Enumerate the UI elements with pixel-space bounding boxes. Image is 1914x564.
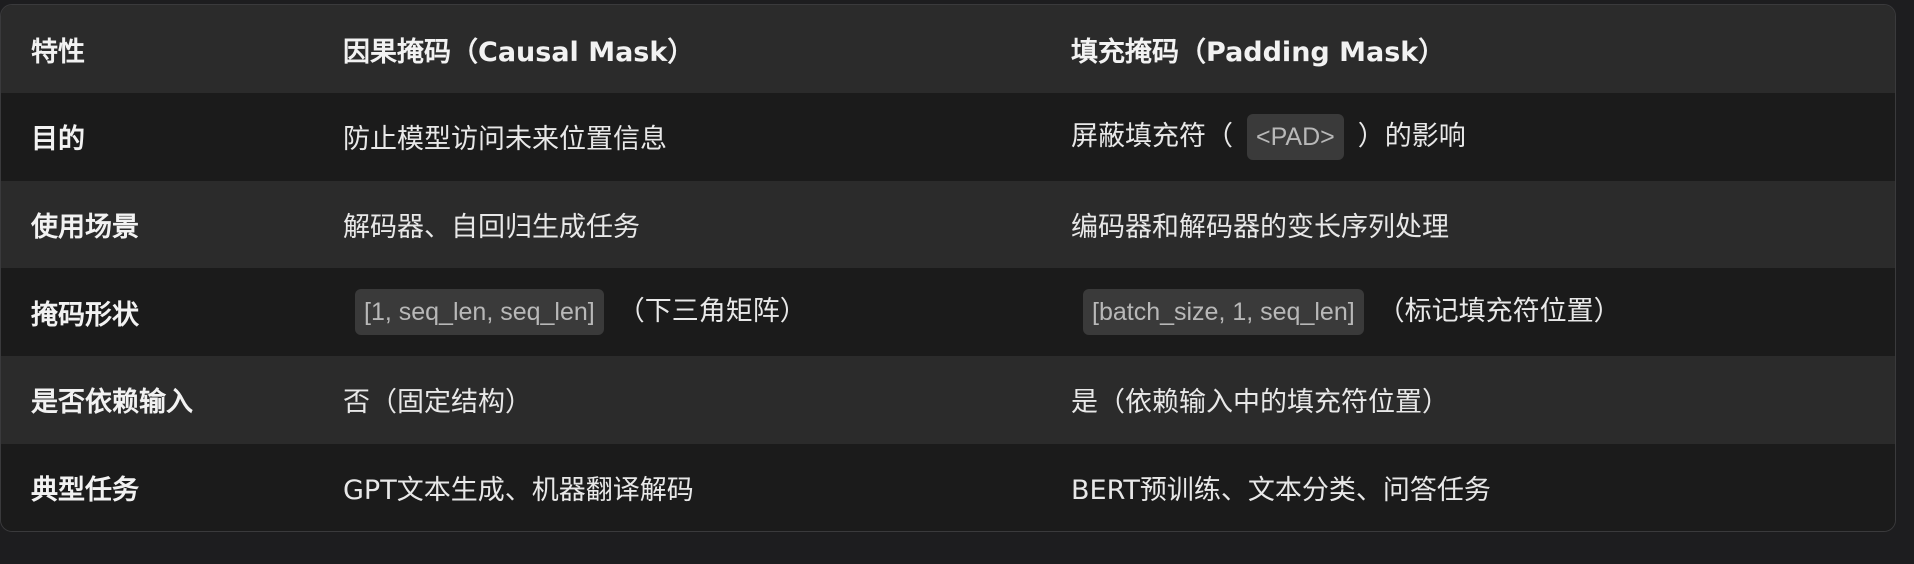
table-row-purpose: 目的 防止模型访问未来位置信息 屏蔽填充符（ <PAD> ）的影响 — [1, 93, 1895, 181]
table-row-usage: 使用场景 解码器、自回归生成任务 编码器和解码器的变长序列处理 — [1, 180, 1895, 269]
padding-cell: 是（依赖输入中的填充符位置） — [1071, 387, 1449, 419]
padding-cell: 编码器和解码器的变长序列处理 — [1071, 212, 1449, 244]
table-row-typical-tasks: 典型任务 GPT文本生成、机器翻译解码 BERT预训练、文本分类、问答任务 — [1, 443, 1895, 531]
causal-cell: GPT文本生成、机器翻译解码 — [343, 475, 694, 507]
table-row-input-dependency: 是否依赖输入 否（固定结构） 是（依赖输入中的填充符位置） — [1, 356, 1895, 444]
padding-text-after: （标记填充符位置） — [1377, 296, 1621, 328]
feature-cell: 是否依赖输入 — [31, 387, 193, 419]
causal-cell: [1, seq_len, seq_len] （下三角矩阵） — [313, 268, 1041, 356]
causal-text-after: （下三角矩阵） — [617, 296, 807, 328]
table-row-shape: 掩码形状 [1, seq_len, seq_len] （下三角矩阵） [batch… — [1, 268, 1895, 357]
header-causal-mask: 因果掩码（Causal Mask） — [343, 36, 695, 68]
causal-cell: 解码器、自回归生成任务 — [343, 212, 640, 244]
padding-cell: 屏蔽填充符（ <PAD> ）的影响 — [1041, 93, 1895, 181]
comparison-table-container: 特性 因果掩码（Causal Mask） 填充掩码（Padding Mask） … — [0, 4, 1896, 532]
feature-cell: 典型任务 — [31, 475, 139, 507]
padding-cell: BERT预训练、文本分类、问答任务 — [1071, 475, 1491, 507]
causal-cell: 否（固定结构） — [343, 387, 532, 419]
padding-text-after: ）的影响 — [1357, 120, 1466, 152]
padding-cell: [batch_size, 1, seq_len] （标记填充符位置） — [1041, 268, 1895, 356]
causal-cell: 防止模型访问未来位置信息 — [343, 124, 667, 156]
feature-cell: 目的 — [31, 124, 85, 156]
feature-cell: 掩码形状 — [31, 299, 139, 331]
inline-code-pad: <PAD> — [1247, 113, 1344, 160]
inline-code-causal-shape: [1, seq_len, seq_len] — [355, 289, 604, 336]
header-feature: 特性 — [31, 36, 85, 68]
feature-cell: 使用场景 — [31, 212, 139, 244]
table-header-row: 特性 因果掩码（Causal Mask） 填充掩码（Padding Mask） — [1, 5, 1895, 93]
comparison-table: 特性 因果掩码（Causal Mask） 填充掩码（Padding Mask） … — [1, 5, 1895, 531]
header-padding-mask: 填充掩码（Padding Mask） — [1071, 36, 1446, 68]
inline-code-padding-shape: [batch_size, 1, seq_len] — [1083, 289, 1364, 336]
padding-text-before: 屏蔽填充符（ — [1071, 120, 1233, 152]
